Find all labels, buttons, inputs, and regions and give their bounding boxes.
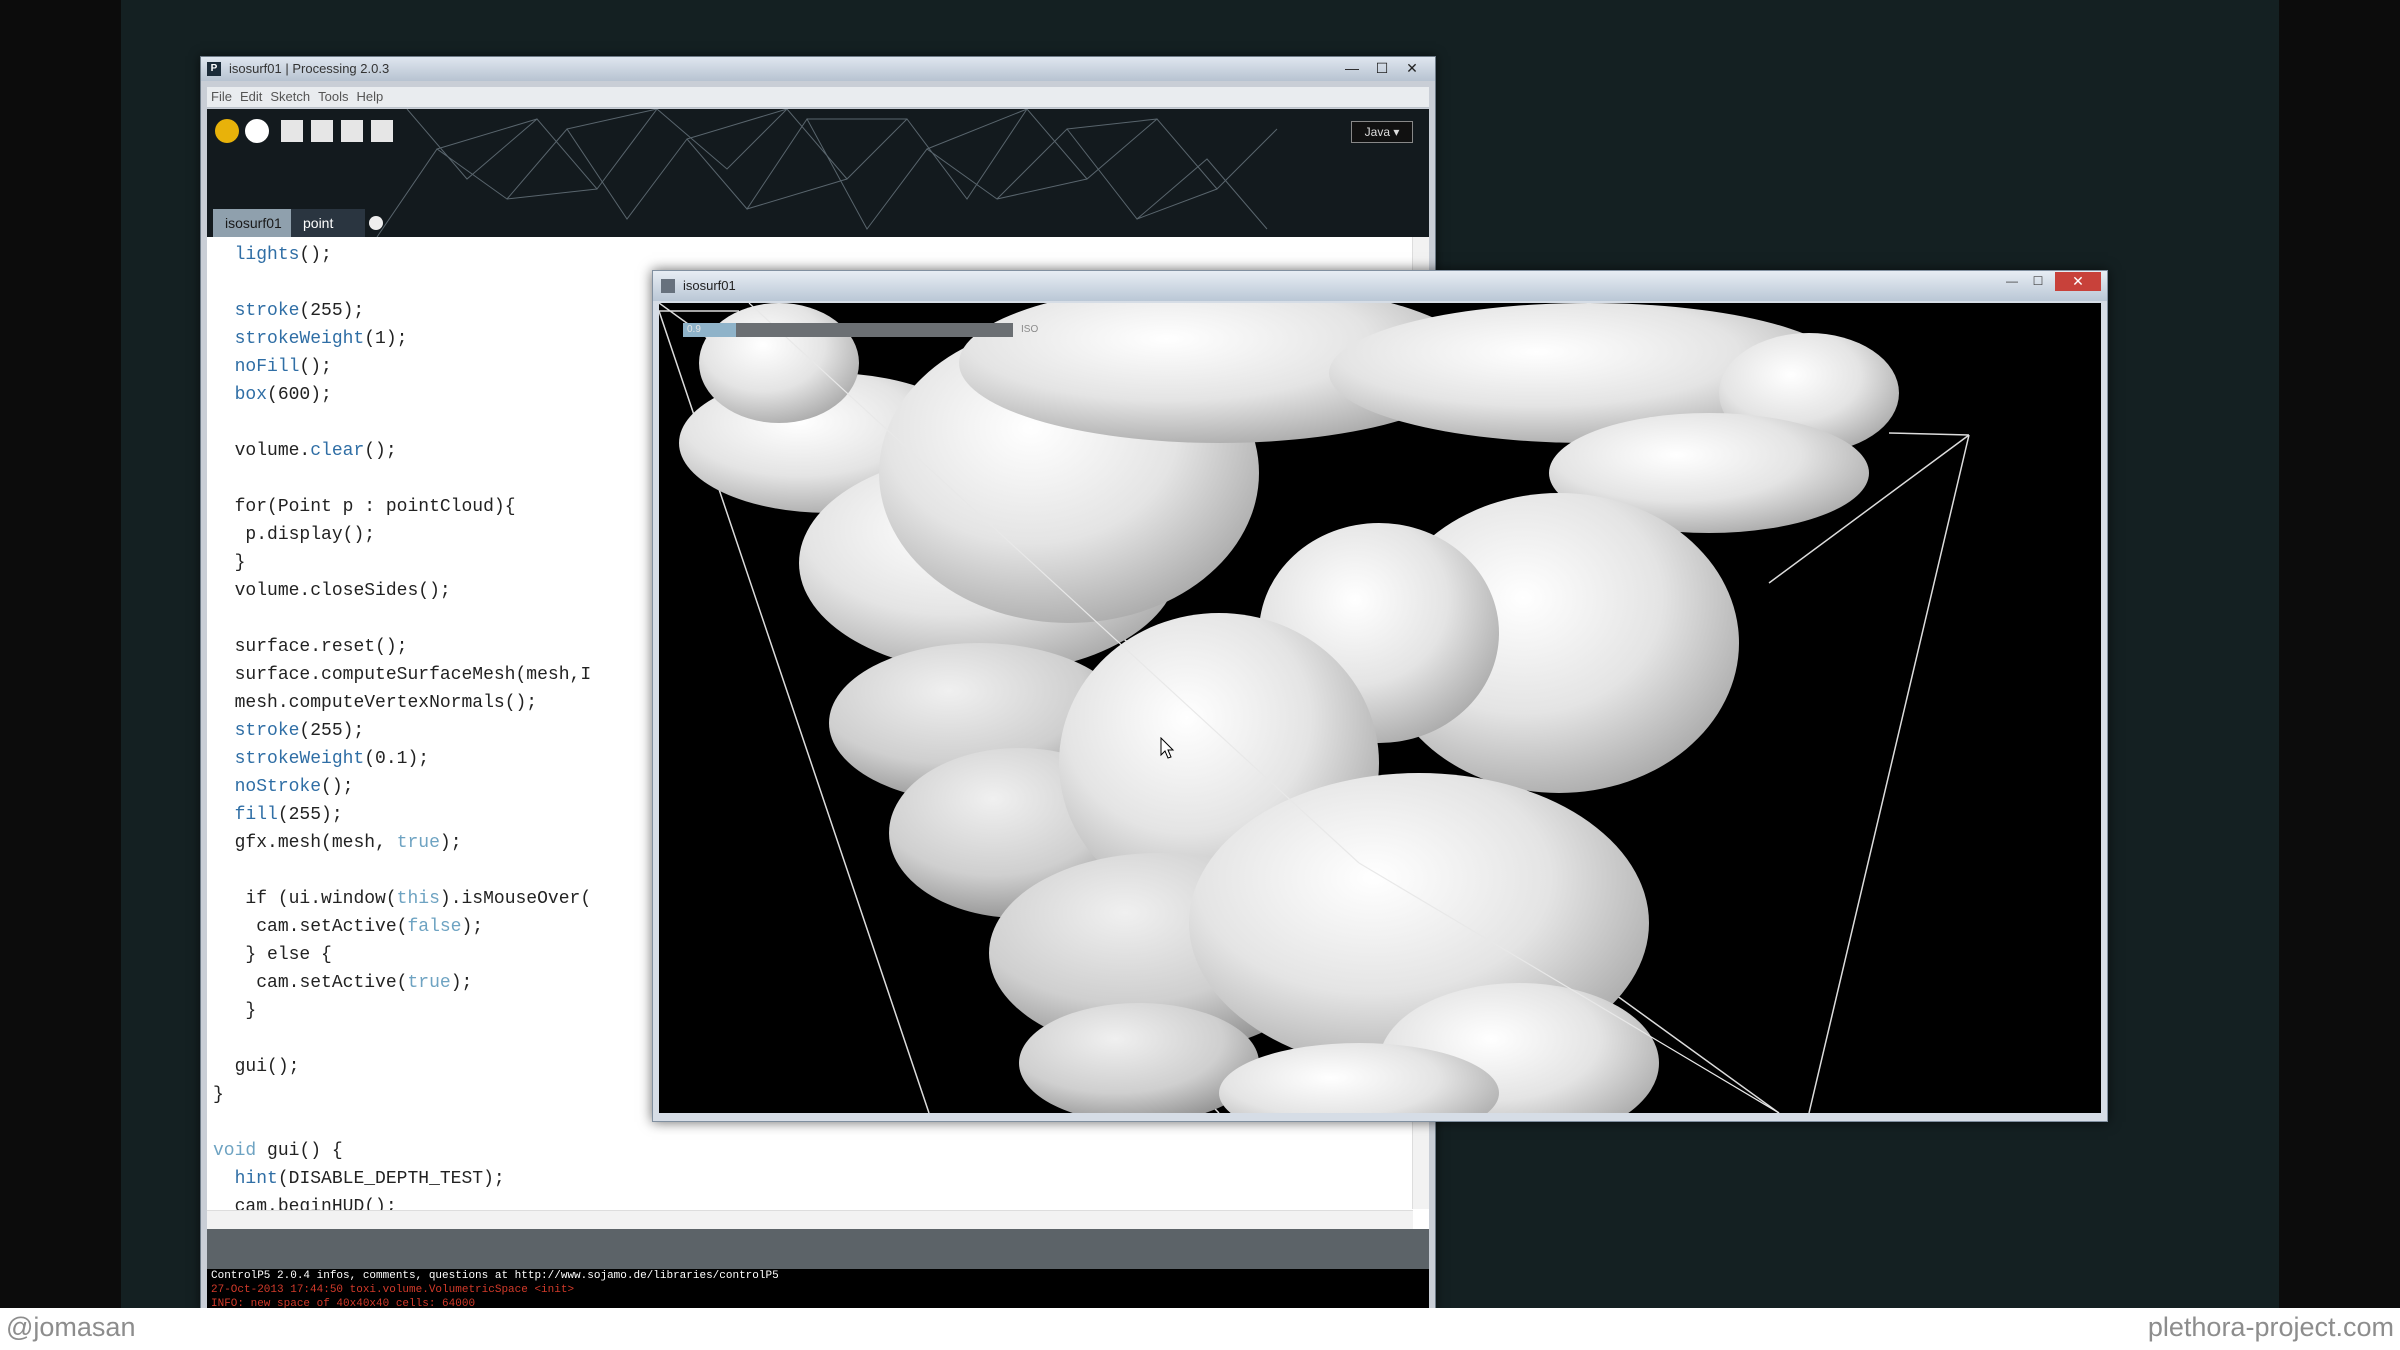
iso-slider[interactable]: 0.9 [683, 323, 1013, 337]
code-line[interactable]: strokeWeight(1); [213, 325, 591, 353]
save-icon[interactable] [341, 120, 363, 142]
console: ControlP5 2.0.4 infos, comments, questio… [207, 1269, 1429, 1309]
mode-selector[interactable]: Java ▾ [1351, 121, 1413, 143]
isosurface-blobs [679, 303, 1899, 1113]
author-credit: @jomasan [6, 1312, 136, 1342]
ide-minimize-button[interactable]: — [1339, 59, 1365, 77]
code-line[interactable]: surface.computeSurfaceMesh(mesh,I [213, 661, 592, 689]
ide-titlebar: P isosurf01 | Processing 2.0.3 — ☐ ✕ [201, 57, 1435, 81]
code-line[interactable]: noFill(); [213, 353, 591, 381]
ide-window-title: isosurf01 | Processing 2.0.3 [229, 61, 390, 76]
sketch-close-button[interactable]: ✕ [2055, 272, 2101, 291]
code-line[interactable]: hint(DISABLE_DEPTH_TEST); [213, 1165, 591, 1193]
code-line[interactable]: for(Point p : pointCloud){ [213, 493, 591, 521]
code-line[interactable] [213, 857, 591, 885]
menu-file[interactable]: File [207, 87, 236, 107]
code-line[interactable] [213, 269, 591, 297]
message-area [207, 1229, 1429, 1269]
code-line[interactable]: volume.closeSides(); [213, 577, 591, 605]
ide-close-button[interactable]: ✕ [1399, 59, 1425, 77]
code-line[interactable]: box(600); [213, 381, 591, 409]
sketch-app-icon [661, 279, 675, 293]
code-line[interactable]: } else { [213, 941, 591, 969]
code-text[interactable]: lights(); stroke(255); strokeWeight(1); … [213, 241, 591, 1221]
sketch-window: isosurf01 — ☐ ✕ 0.9 ISO [652, 270, 2108, 1122]
code-line[interactable]: } [213, 1081, 591, 1109]
new-icon[interactable] [281, 120, 303, 142]
editor-horizontal-scrollbar[interactable] [207, 1210, 1413, 1229]
code-line[interactable]: } [213, 997, 591, 1025]
code-line[interactable]: stroke(255); [213, 717, 591, 745]
code-line[interactable]: gfx.mesh(mesh, true); [213, 829, 591, 857]
code-line[interactable]: lights(); [213, 241, 591, 269]
sketch-titlebar: isosurf01 — ☐ ✕ [653, 271, 2107, 301]
tab-isosurf01[interactable]: isosurf01 [213, 209, 299, 237]
console-line: ControlP5 2.0.4 infos, comments, questio… [211, 1270, 779, 1282]
tab-menu-arrow-icon[interactable] [369, 216, 383, 230]
sketch-minimize-button[interactable]: — [2001, 274, 2023, 290]
video-footer: @jomasan plethora-project.com [0, 1308, 2400, 1350]
iso-slider-label: ISO [1021, 324, 1039, 335]
open-icon[interactable] [311, 120, 333, 142]
menu-edit[interactable]: Edit [236, 87, 266, 107]
code-line[interactable]: noStroke(); [213, 773, 591, 801]
play-icon[interactable] [215, 119, 239, 143]
code-line[interactable]: gui(); [213, 1053, 591, 1081]
code-line[interactable]: fill(255); [213, 801, 591, 829]
stop-icon[interactable] [245, 119, 269, 143]
code-line[interactable]: cam.setActive(true); [213, 969, 591, 997]
site-credit: plethora-project.com [2147, 1312, 2394, 1342]
sketch-canvas[interactable]: 0.9 ISO [659, 303, 2101, 1113]
tab-point[interactable]: point [291, 209, 365, 237]
code-line[interactable]: if (ui.window(this).isMouseOver( [213, 885, 591, 913]
code-line[interactable]: strokeWeight(0.1); [213, 745, 591, 773]
ide-toolbar: Java ▾ isosurf01 point [207, 109, 1429, 237]
code-line[interactable]: void gui() { [213, 1137, 591, 1165]
isosurface-render [659, 303, 1970, 1113]
code-line[interactable] [213, 409, 591, 437]
code-line[interactable] [213, 465, 591, 493]
ide-maximize-button[interactable]: ☐ [1369, 59, 1395, 77]
iso-slider-value: 0.9 [687, 324, 701, 335]
code-line[interactable] [213, 605, 591, 633]
code-line[interactable]: surface.reset(); [213, 633, 591, 661]
sketch-window-title: isosurf01 [683, 278, 736, 293]
cursor-icon [1160, 737, 1175, 759]
code-line[interactable]: cam.setActive(false); [213, 913, 591, 941]
code-line[interactable]: stroke(255); [213, 297, 591, 325]
code-line[interactable]: } [213, 549, 591, 577]
code-line[interactable]: p.display(); [213, 521, 591, 549]
code-line[interactable] [213, 1025, 591, 1053]
code-line[interactable]: volume.clear(); [213, 437, 591, 465]
menu-sketch[interactable]: Sketch [266, 87, 314, 107]
sketch-maximize-button[interactable]: ☐ [2027, 274, 2049, 290]
code-line[interactable]: mesh.computeVertexNormals(); [213, 689, 591, 717]
menu-help[interactable]: Help [352, 87, 387, 107]
console-line: 27-Oct-2013 17:44:50 toxi.volume.Volumet… [211, 1284, 575, 1296]
ide-menubar: File Edit Sketch Tools Help [207, 87, 1429, 108]
export-icon[interactable] [371, 120, 393, 142]
code-line[interactable] [213, 1109, 591, 1137]
menu-tools[interactable]: Tools [314, 87, 352, 107]
processing-app-icon: P [207, 62, 221, 76]
